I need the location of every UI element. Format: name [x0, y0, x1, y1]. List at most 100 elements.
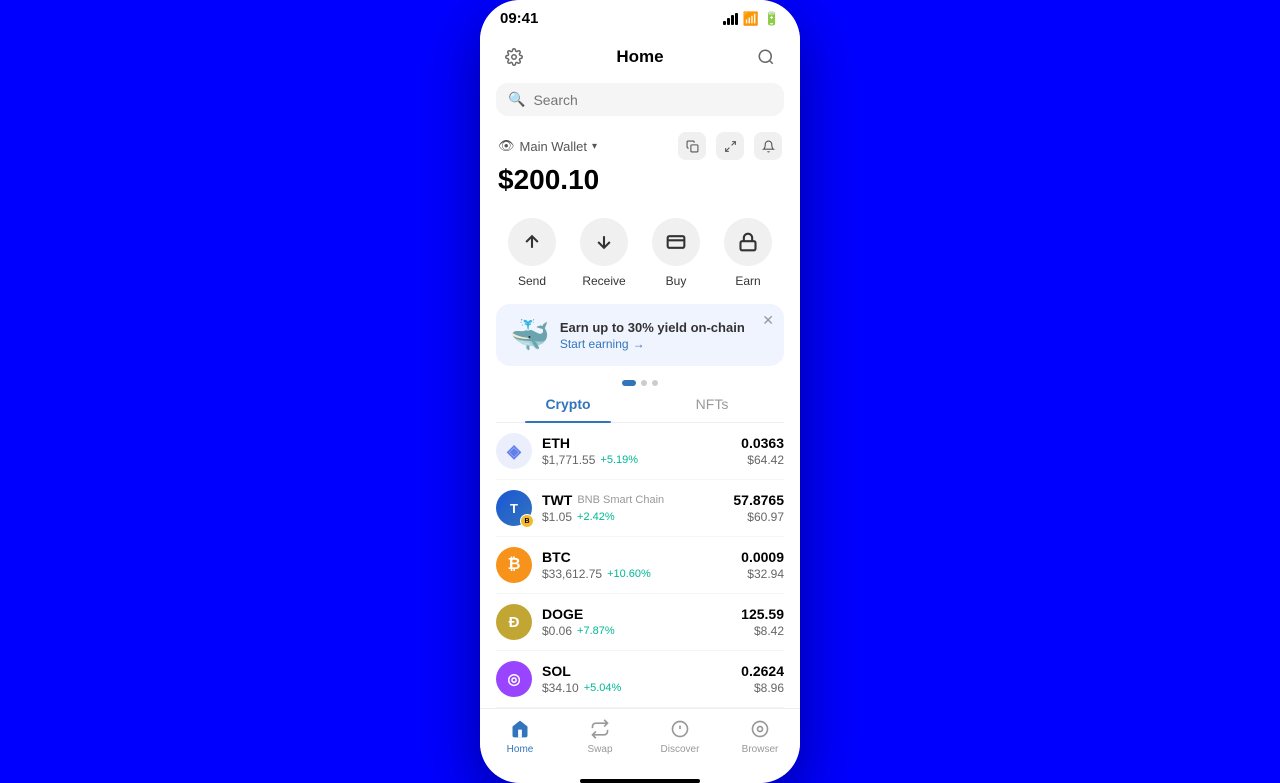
twt-name: TWT: [542, 492, 572, 508]
arrow-icon: →: [633, 337, 645, 351]
earn-icon: [724, 218, 772, 266]
tab-crypto[interactable]: Crypto: [496, 386, 640, 422]
browser-nav-label: Browser: [742, 744, 779, 755]
signal-icon: [723, 13, 738, 25]
btc-amounts: 0.0009 $32.94: [741, 549, 784, 581]
nav-swap[interactable]: Swap: [570, 717, 630, 755]
eth-name: ETH: [542, 435, 570, 451]
eth-icon: ◈: [496, 433, 532, 469]
promo-close-button[interactable]: ✕: [762, 312, 774, 329]
send-icon: [508, 218, 556, 266]
receive-button[interactable]: Receive: [580, 218, 628, 288]
btc-info: BTC $33,612.75 +10.60%: [542, 549, 741, 581]
asset-sol[interactable]: ◎ SOL $34.10 +5.04% 0.2624 $8.96: [496, 651, 784, 708]
asset-eth[interactable]: ◈ ETH $1,771.55 +5.19% 0.0363 $64.42: [496, 423, 784, 480]
sol-value: $8.96: [741, 681, 784, 695]
phone-frame: 09:41 📶 🔋 Home 🔍: [480, 0, 800, 783]
swap-nav-label: Swap: [587, 744, 612, 755]
home-icon: [508, 717, 532, 741]
eth-change: +5.19%: [600, 454, 638, 466]
battery-icon: 🔋: [764, 11, 780, 27]
promo-link[interactable]: Start earning →: [560, 337, 770, 351]
tab-nfts[interactable]: NFTs: [640, 386, 784, 422]
eth-price: $1,771.55: [542, 453, 595, 467]
doge-value: $8.42: [741, 624, 784, 638]
discover-icon: [668, 717, 692, 741]
swap-icon: [588, 717, 612, 741]
sol-amounts: 0.2624 $8.96: [741, 663, 784, 695]
eth-amount: 0.0363: [741, 435, 784, 451]
nav-home[interactable]: Home: [490, 717, 550, 755]
wifi-icon: 📶: [743, 11, 759, 27]
doge-price: $0.06: [542, 624, 572, 638]
asset-doge[interactable]: Ð DOGE $0.06 +7.87% 125.59 $8.42: [496, 594, 784, 651]
search-bar: 🔍: [496, 83, 784, 116]
twt-value: $60.97: [733, 510, 784, 524]
doge-change: +7.87%: [577, 625, 615, 637]
sol-info: SOL $34.10 +5.04%: [542, 663, 741, 695]
wallet-label[interactable]: 👁 Main Wallet ▾: [498, 138, 597, 154]
header-title: Home: [616, 47, 663, 67]
twt-icon: T B: [496, 490, 532, 526]
status-time: 09:41: [500, 10, 538, 27]
buy-label: Buy: [666, 274, 687, 288]
expand-button[interactable]: [716, 132, 744, 160]
btc-name: BTC: [542, 549, 571, 565]
wallet-section: 👁 Main Wallet ▾: [480, 128, 800, 210]
buy-icon: [652, 218, 700, 266]
nav-discover[interactable]: Discover: [650, 717, 710, 755]
search-icon: 🔍: [508, 91, 525, 108]
status-icons: 📶 🔋: [723, 11, 780, 27]
buy-button[interactable]: Buy: [652, 218, 700, 288]
btc-icon: ₿: [496, 547, 532, 583]
twt-chain: BNB Smart Chain: [577, 494, 664, 506]
sol-change: +5.04%: [584, 682, 622, 694]
twt-info: TWT BNB Smart Chain $1.05 +2.42%: [542, 492, 733, 524]
doge-info: DOGE $0.06 +7.87%: [542, 606, 741, 638]
promo-image: 🐳: [510, 316, 550, 354]
doge-amount: 125.59: [741, 606, 784, 622]
receive-label: Receive: [582, 274, 625, 288]
copy-address-button[interactable]: [678, 132, 706, 160]
search-input[interactable]: [533, 92, 772, 108]
asset-list: ◈ ETH $1,771.55 +5.19% 0.0363 $64.42 T B: [480, 423, 800, 708]
promo-title: Earn up to 30% yield on-chain: [560, 320, 770, 335]
asset-tabs: Crypto NFTs: [496, 386, 784, 423]
browser-icon: [748, 717, 772, 741]
wallet-name: Main Wallet: [520, 139, 587, 154]
asset-twt[interactable]: T B TWT BNB Smart Chain $1.05 +2.42% 57.…: [496, 480, 784, 537]
eth-amounts: 0.0363 $64.42: [741, 435, 784, 467]
home-indicator: [580, 779, 700, 783]
quick-actions: Send Receive Buy Earn: [480, 210, 800, 304]
sol-icon: ◎: [496, 661, 532, 697]
eye-icon: 👁: [498, 138, 515, 154]
doge-icon: Ð: [496, 604, 532, 640]
scan-button[interactable]: [750, 41, 782, 73]
nav-browser[interactable]: Browser: [730, 717, 790, 755]
twt-amounts: 57.8765 $60.97: [733, 492, 784, 524]
twt-amount: 57.8765: [733, 492, 784, 508]
btc-value: $32.94: [741, 567, 784, 581]
send-button[interactable]: Send: [508, 218, 556, 288]
wallet-action-icons: [678, 132, 782, 160]
notifications-button[interactable]: [754, 132, 782, 160]
twt-price: $1.05: [542, 510, 572, 524]
twt-change: +2.42%: [577, 511, 615, 523]
home-nav-label: Home: [507, 744, 534, 755]
btc-amount: 0.0009: [741, 549, 784, 565]
eth-value: $64.42: [741, 453, 784, 467]
promo-text-area: Earn up to 30% yield on-chain Start earn…: [560, 320, 770, 351]
receive-icon: [580, 218, 628, 266]
header: Home: [480, 33, 800, 83]
settings-button[interactable]: [498, 41, 530, 73]
earn-button[interactable]: Earn: [724, 218, 772, 288]
bnb-badge: B: [520, 514, 534, 528]
doge-amounts: 125.59 $8.42: [741, 606, 784, 638]
asset-btc[interactable]: ₿ BTC $33,612.75 +10.60% 0.0009 $32.94: [496, 537, 784, 594]
send-label: Send: [518, 274, 546, 288]
sol-amount: 0.2624: [741, 663, 784, 679]
bottom-nav: Home Swap Discover: [480, 708, 800, 775]
status-bar: 09:41 📶 🔋: [480, 0, 800, 33]
doge-name: DOGE: [542, 606, 583, 622]
sol-name: SOL: [542, 663, 571, 679]
